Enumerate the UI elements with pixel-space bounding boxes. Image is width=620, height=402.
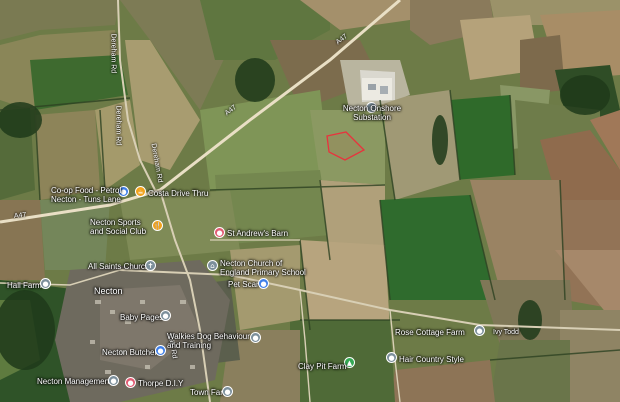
necton-town-label[interactable]: Necton — [94, 287, 123, 296]
baby-pages-label[interactable]: Baby Pages — [120, 313, 163, 322]
costa-label[interactable]: Costa Drive Thru — [148, 189, 208, 198]
school-icon[interactable]: ⌂ — [207, 260, 218, 271]
primary-school-label[interactable]: Necton Church of England Primary School — [220, 259, 306, 277]
hall-farm-label[interactable]: Hall Farm — [7, 281, 42, 290]
all-saints-label[interactable]: All Saints Church — [88, 262, 149, 271]
walkies-icon[interactable]: ● — [250, 332, 261, 343]
st-andrews-barn-icon[interactable]: ● — [214, 227, 225, 238]
sports-club-label[interactable]: Necton Sports and Social Club — [90, 218, 146, 236]
st-andrews-barn-label[interactable]: St Andrew's Barn — [227, 229, 288, 238]
hair-country-icon[interactable]: ● — [386, 352, 397, 363]
necton-management-label[interactable]: Necton Management — [37, 377, 111, 386]
thorpe-diy-label[interactable]: Thorpe D.I.Y — [138, 379, 183, 388]
butchers-label[interactable]: Necton Butchers — [102, 348, 161, 357]
satellite-map[interactable]: A47 A47 A47 Dereham Rd Dereham Rd Dereha… — [0, 0, 620, 402]
road-label-a47-3: A47 — [13, 211, 27, 220]
butchers-icon[interactable]: ● — [155, 345, 166, 356]
rose-cottage-icon[interactable]: ● — [474, 325, 485, 336]
walkies-label[interactable]: Walkies Dog Behaviour and Training — [167, 332, 250, 350]
town-farm-icon[interactable]: ● — [222, 386, 233, 397]
road-label-dereham-rd-2: Dereham Rd — [114, 105, 122, 146]
baby-pages-icon[interactable]: ● — [160, 310, 171, 321]
road-label-dereham-rd: Dereham Rd — [109, 33, 117, 74]
hall-farm-icon[interactable]: ● — [40, 278, 51, 289]
management-icon[interactable]: ● — [108, 375, 119, 386]
sports-club-icon[interactable]: 🍴 — [152, 220, 163, 231]
hair-country-label[interactable]: Hair Country Style — [399, 355, 464, 364]
rose-cottage-label[interactable]: Rose Cottage Farm — [395, 328, 465, 337]
pet-scan-label[interactable]: Pet Scan — [228, 280, 260, 289]
clay-pit-farm-label[interactable]: Clay Pit Farm — [298, 362, 346, 371]
costa-cafe-icon[interactable]: ☕ — [135, 186, 146, 197]
thorpe-diy-icon[interactable]: ● — [125, 377, 136, 388]
substation-label[interactable]: Necton Onshore Substation — [312, 104, 432, 122]
church-icon[interactable]: ✝ — [145, 260, 156, 271]
coop-label[interactable]: Co-op Food - Petrol Necton - Tuns Lane — [51, 186, 121, 204]
pet-scan-icon[interactable]: ● — [258, 278, 269, 289]
ivy-todd-label[interactable]: Ivy Todd — [493, 328, 519, 337]
